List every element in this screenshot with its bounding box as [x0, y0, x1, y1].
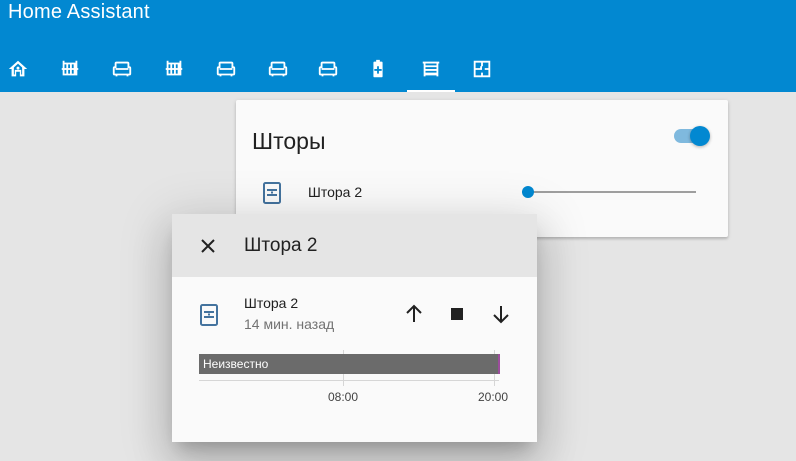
timeline-axis: [199, 380, 499, 381]
battery-icon: [373, 59, 383, 78]
entity-name[interactable]: Штора 2: [308, 184, 362, 200]
stop-icon: [451, 308, 463, 320]
close-icon: [201, 239, 215, 253]
group-toggle[interactable]: [674, 126, 712, 146]
sofa-icon: [216, 61, 236, 77]
tick-label: 08:00: [328, 390, 359, 404]
slider-track: [522, 191, 696, 193]
last-changed: 14 мин. назад: [244, 316, 335, 332]
sofa-icon: [112, 61, 132, 77]
slider-knob[interactable]: [522, 186, 534, 198]
window-shutter-icon[interactable]: [262, 181, 282, 205]
card-title: Шторы: [252, 128, 326, 154]
close-cover-button[interactable]: [489, 302, 513, 326]
arrow-up-icon: [406, 304, 422, 322]
tab-room-2[interactable]: [202, 46, 250, 92]
radiator-icon: [165, 60, 183, 76]
dialog-entity-name: Штора 2: [244, 295, 299, 311]
close-button[interactable]: [196, 234, 220, 258]
tab-room-3[interactable]: [254, 46, 302, 92]
history-state-label: Неизвестно: [203, 357, 269, 371]
position-slider[interactable]: [522, 186, 696, 198]
dialog-header: Штора 2: [172, 214, 537, 277]
tab-blinds[interactable]: [407, 46, 455, 92]
sofa-icon: [268, 61, 288, 77]
radiator-icon: [61, 60, 79, 76]
stop-cover-button[interactable]: [445, 302, 469, 326]
tab-room-1[interactable]: [98, 46, 146, 92]
sofa-icon: [318, 61, 338, 77]
floor-plan-icon: [473, 60, 491, 78]
blinds-icon: [422, 61, 440, 77]
toggle-knob: [690, 126, 710, 146]
app-title: Home Assistant: [8, 1, 150, 23]
view-tabs: [0, 46, 796, 92]
more-info-dialog: Штора 2 Штора 2 14 мин. назад Неизвестно…: [172, 214, 537, 442]
tab-heating-1[interactable]: [46, 46, 94, 92]
tab-battery[interactable]: [354, 46, 402, 92]
tick-label: 20:00: [478, 390, 509, 404]
history-state-marker: [498, 354, 500, 374]
window-shutter-icon: [199, 303, 219, 327]
tab-room-4[interactable]: [304, 46, 352, 92]
open-cover-button[interactable]: [402, 302, 426, 326]
dialog-title: Штора 2: [244, 235, 318, 256]
app-header: Home Assistant: [0, 0, 796, 92]
tab-home[interactable]: [0, 46, 42, 92]
home-group-icon: [8, 60, 28, 77]
arrow-down-icon: [493, 306, 509, 324]
tab-floor-plan[interactable]: [458, 46, 506, 92]
tab-heating-2[interactable]: [150, 46, 198, 92]
